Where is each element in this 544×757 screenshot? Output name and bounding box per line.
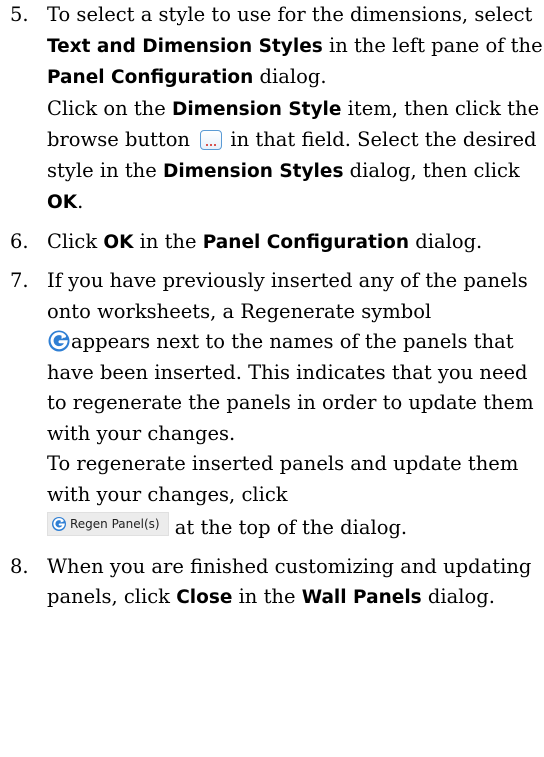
step-text: appears next to the names of the panels … xyxy=(47,330,534,445)
ui-term: Wall Panels xyxy=(301,587,422,608)
regenerate-icon xyxy=(52,517,66,531)
ui-term: Close xyxy=(176,587,233,608)
step-text: Click xyxy=(47,229,104,253)
ui-term: Dimension Styles xyxy=(162,160,344,182)
step-text: at the top of the dialog. xyxy=(168,516,408,539)
step-number: 5. xyxy=(10,3,29,26)
step-text: To select a style to use for the dimensi… xyxy=(47,3,533,26)
browse-button-icon xyxy=(200,130,223,150)
step-text: dialog, then click xyxy=(343,158,520,182)
step-8: 8. When you are finished customizing and… xyxy=(0,552,544,614)
ui-term: Dimension Style xyxy=(171,98,342,120)
step-7: 7. If you have previously inserted any o… xyxy=(0,266,544,544)
ui-term: Text and Dimension Styles xyxy=(47,35,323,57)
ui-term: OK xyxy=(103,231,134,253)
ui-term: Panel Configuration xyxy=(47,67,254,88)
step-number: 7. xyxy=(10,269,29,292)
step-text: dialog. xyxy=(253,65,327,88)
step-text: dialog. xyxy=(421,585,495,608)
regen-panels-label: Regen Panel(s) xyxy=(70,516,160,531)
step-text: . xyxy=(77,190,84,213)
ui-term: OK xyxy=(47,192,78,213)
step-number: 6. xyxy=(10,229,29,253)
step-number: 8. xyxy=(10,554,29,578)
step-text: in the xyxy=(133,229,203,253)
regenerate-icon xyxy=(48,330,70,352)
step-5: 5. To select a style to use for the dime… xyxy=(0,0,544,219)
step-6: 6. Click OK in the Panel Configuration d… xyxy=(0,227,544,259)
step-text: in the left pane of the xyxy=(322,33,543,57)
ui-term: Panel Configuration xyxy=(202,231,410,253)
regen-panels-button: Regen Panel(s) xyxy=(47,512,169,536)
step-text: If you have previously inserted any of t… xyxy=(47,269,528,323)
step-text: in the xyxy=(232,585,302,608)
instruction-list: 5. To select a style to use for the dime… xyxy=(0,0,544,614)
step-text: Click on the xyxy=(47,96,172,120)
step-text: To regenerate inserted panels and update… xyxy=(47,452,519,506)
step-text: dialog. xyxy=(409,229,483,253)
